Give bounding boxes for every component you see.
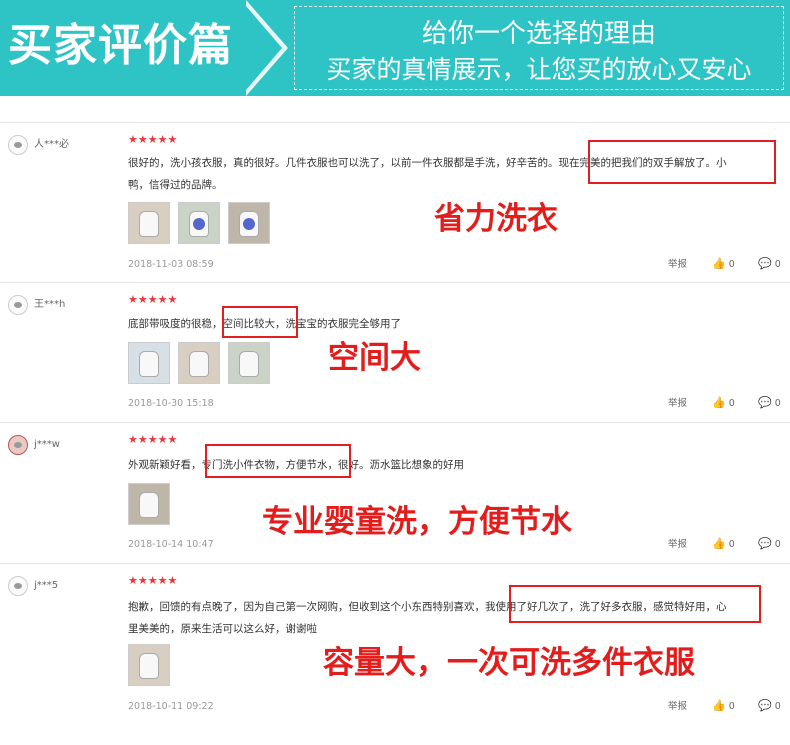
comment-count: 0 (774, 398, 781, 409)
thumbs-up-icon: 👍 (712, 537, 726, 550)
banner-slogan-line1: 给你一个选择的理由 (421, 19, 656, 49)
review-item: j***w ★★★★★ 外观新颖好看，专门洗小件衣物，方便节水，很好。沥水篮比想… (0, 423, 790, 564)
comment-count: 0 (774, 701, 781, 712)
like-button[interactable]: 👍 0 (712, 258, 735, 271)
report-link[interactable]: 举报 (668, 701, 687, 713)
avatar[interactable] (8, 576, 28, 596)
rating-stars: ★★★★★ (128, 574, 178, 587)
review-photo[interactable] (228, 202, 270, 244)
feature-callout: 空间大 (328, 340, 421, 376)
review-date: 2018-10-14 10:47 (128, 539, 214, 550)
like-button[interactable]: 👍 0 (712, 700, 735, 713)
rating-stars: ★★★★★ (128, 293, 178, 306)
rating-stars: ★★★★★ (128, 133, 178, 146)
comment-count: 0 (774, 539, 781, 550)
review-username: 王***h (34, 299, 66, 310)
like-button[interactable]: 👍 0 (712, 397, 735, 410)
like-count: 0 (728, 701, 735, 712)
thumbs-up-icon: 👍 (712, 257, 726, 270)
highlight-box (588, 140, 776, 184)
review-photos (128, 202, 270, 244)
report-link[interactable]: 举报 (668, 539, 687, 551)
comment-button[interactable]: 💬 0 (758, 397, 781, 410)
avatar[interactable] (8, 135, 28, 155)
review-photos (128, 644, 170, 686)
review-photo[interactable] (128, 644, 170, 686)
banner-slogan-line2: 买家的真情展示，让您买的放心又安心 (326, 55, 752, 84)
header-banner: 买家评价篇 给你一个选择的理由 买家的真情展示，让您买的放心又安心 (0, 0, 790, 96)
like-count: 0 (728, 398, 735, 409)
like-count: 0 (728, 259, 735, 270)
highlight-box (205, 444, 351, 478)
comment-icon: 💬 (758, 537, 772, 550)
report-link[interactable]: 举报 (668, 259, 687, 271)
review-photos (128, 342, 270, 384)
review-photo[interactable] (128, 202, 170, 244)
comment-icon: 💬 (758, 699, 772, 712)
thumbs-up-icon: 👍 (712, 396, 726, 409)
comment-icon: 💬 (758, 396, 772, 409)
feature-callout: 容量大，一次可洗多件衣服 (323, 645, 695, 681)
review-photo[interactable] (128, 483, 170, 525)
review-date: 2018-10-30 15:18 (128, 398, 214, 409)
feature-callout: 专业婴童洗，方便节水 (262, 504, 572, 540)
comment-button[interactable]: 💬 0 (758, 700, 781, 713)
report-link[interactable]: 举报 (668, 398, 687, 410)
banner-arrow-inner (246, 6, 282, 90)
comment-icon: 💬 (758, 257, 772, 270)
review-photo[interactable] (228, 342, 270, 384)
review-photo[interactable] (178, 342, 220, 384)
like-button[interactable]: 👍 0 (712, 538, 735, 551)
review-photo[interactable] (178, 202, 220, 244)
review-photo[interactable] (128, 342, 170, 384)
review-date: 2018-10-11 09:22 (128, 701, 214, 712)
review-date: 2018-11-03 08:59 (128, 259, 214, 270)
like-count: 0 (728, 539, 735, 550)
avatar[interactable] (8, 295, 28, 315)
comment-button[interactable]: 💬 0 (758, 258, 781, 271)
review-username: 人***必 (34, 139, 69, 150)
highlight-box (222, 306, 298, 338)
feature-callout: 省力洗衣 (434, 201, 558, 237)
review-username: j***w (34, 439, 60, 450)
avatar[interactable] (8, 435, 28, 455)
review-username: j***5 (34, 580, 59, 591)
comment-count: 0 (774, 259, 781, 270)
highlight-box (509, 585, 761, 623)
banner-title: 买家评价篇 (8, 20, 233, 71)
rating-stars: ★★★★★ (128, 433, 178, 446)
thumbs-up-icon: 👍 (712, 699, 726, 712)
review-photos (128, 483, 170, 525)
comment-button[interactable]: 💬 0 (758, 538, 781, 551)
